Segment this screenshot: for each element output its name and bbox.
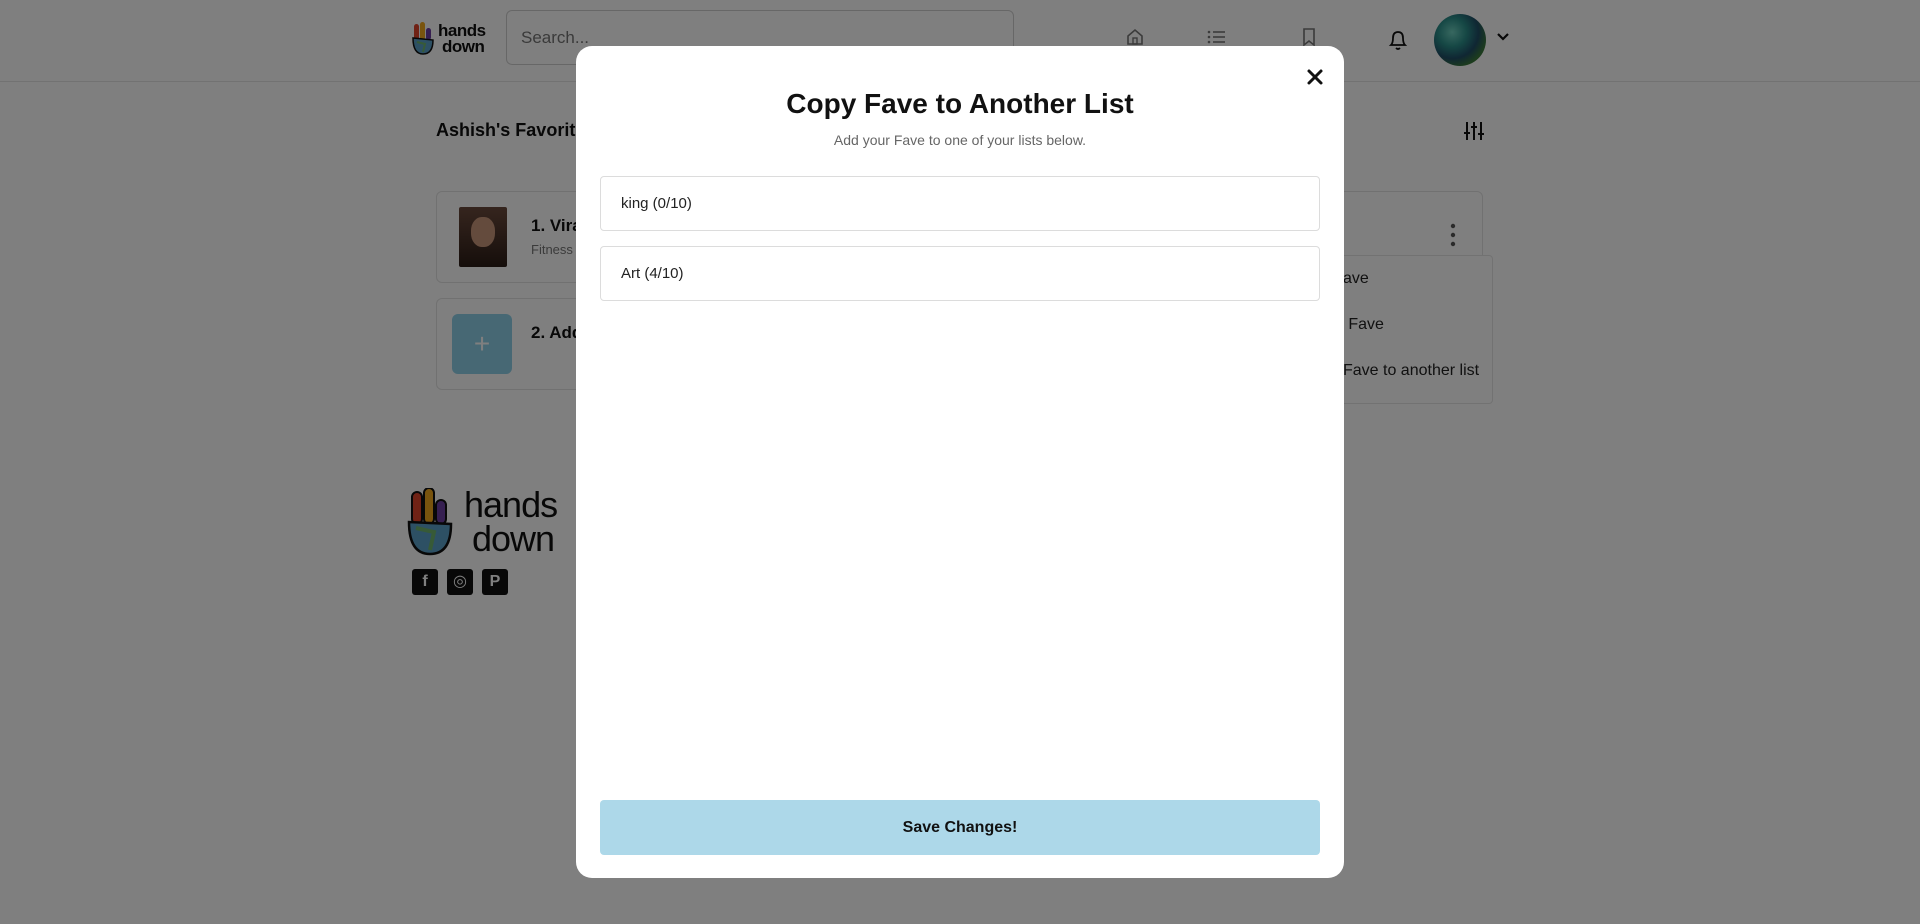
close-icon[interactable] <box>1302 64 1328 90</box>
modal-title: Copy Fave to Another List <box>786 88 1134 119</box>
list-option-king[interactable]: king (0/10) <box>600 176 1320 231</box>
list-option-art[interactable]: Art (4/10) <box>600 246 1320 301</box>
save-changes-button[interactable]: Save Changes! <box>600 800 1320 855</box>
copy-fave-modal: Copy Fave to Another List Add your Fave … <box>576 46 1344 878</box>
modal-subtitle: Add your Fave to one of your lists below… <box>833 132 1087 148</box>
